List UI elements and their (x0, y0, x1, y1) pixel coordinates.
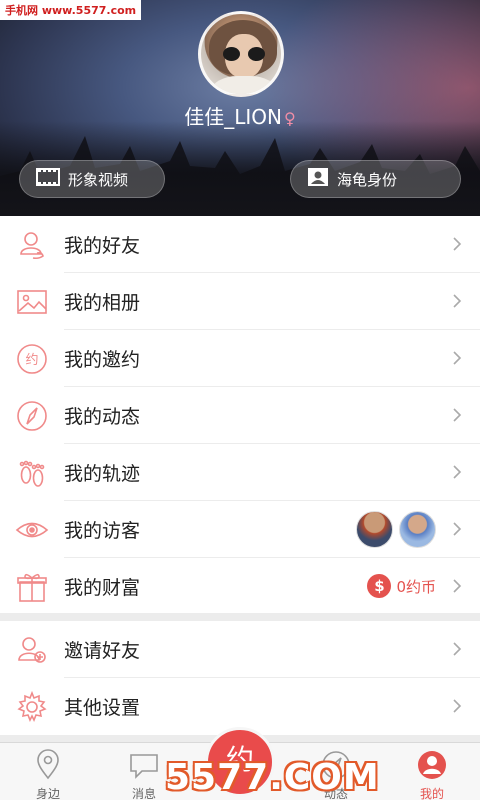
menu-item-invites[interactable]: 约 我的邀约 (0, 330, 480, 387)
menu-label-invite-friends: 邀请好友 (64, 640, 141, 662)
profile-header: 佳佳_LION ♀ 形象视频 海龟身份 (0, 0, 480, 216)
visitor-avatar[interactable] (356, 511, 393, 548)
person-icon (0, 216, 64, 273)
id-card-icon (307, 167, 329, 191)
chevron-right-icon (453, 294, 462, 308)
menu-label-friends: 我的好友 (64, 235, 141, 257)
menu-item-invite-friends[interactable]: 邀请好友 (0, 621, 480, 678)
chevron-right-icon (453, 642, 462, 656)
visitor-avatars (356, 511, 436, 548)
chevron-right-icon (453, 699, 462, 713)
chevron-right-icon (453, 522, 462, 536)
chat-bubble-icon (130, 754, 158, 779)
menu-label-tracks: 我的轨迹 (64, 463, 141, 485)
tab-nearby[interactable]: 身边 (0, 743, 96, 800)
menu-item-wealth[interactable]: 我的财富 $ 0约币 (0, 558, 480, 615)
menu-group-main: 我的好友 我的相册 约 我的邀约 我的动态 我的轨迹 我的访客 我的财富 $ 0… (0, 216, 480, 613)
overseas-identity-button[interactable]: 海龟身份 (290, 160, 461, 198)
user-avatar[interactable] (198, 11, 284, 97)
chevron-right-icon (453, 408, 462, 422)
menu-label-invites: 我的邀约 (64, 349, 141, 371)
overseas-identity-label: 海龟身份 (337, 170, 398, 189)
compass-icon (0, 387, 64, 444)
menu-item-moments[interactable]: 我的动态 (0, 387, 480, 444)
gift-icon (0, 558, 64, 615)
profile-video-label: 形象视频 (68, 170, 129, 189)
chevron-right-icon (453, 579, 462, 593)
menu-item-visitors[interactable]: 我的访客 (0, 501, 480, 558)
chevron-right-icon (453, 351, 462, 365)
profile-video-button[interactable]: 形象视频 (19, 160, 165, 198)
tab-label-nearby: 身边 (35, 787, 60, 800)
tab-mine[interactable]: 我的 (384, 743, 480, 800)
profile-icon (418, 751, 446, 779)
location-pin-icon (37, 749, 59, 780)
watermark-top: 手机网 www.5577.com (0, 0, 142, 20)
menu-item-tracks[interactable]: 我的轨迹 (0, 444, 480, 501)
username-text: 佳佳_LION (184, 105, 283, 129)
watermark-bottom: 5577.COM (165, 757, 380, 798)
visitor-avatar[interactable] (399, 511, 436, 548)
menu-item-friends[interactable]: 我的好友 (0, 216, 480, 273)
film-icon (36, 167, 60, 191)
menu-item-album[interactable]: 我的相册 (0, 273, 480, 330)
tab-label-mine: 我的 (419, 787, 444, 800)
menu-label-album: 我的相册 (64, 292, 141, 314)
menu-label-settings: 其他设置 (64, 697, 141, 719)
footprints-icon (0, 444, 64, 501)
eye-icon (0, 501, 64, 558)
picture-icon (0, 273, 64, 330)
chevron-right-icon (453, 465, 462, 479)
person-add-icon (0, 621, 64, 678)
invite-badge-icon: 约 (0, 330, 64, 387)
username: 佳佳_LION ♀ (0, 101, 480, 130)
coin-icon: $ (367, 574, 392, 598)
gear-icon (0, 678, 64, 735)
svg-text:约: 约 (25, 353, 38, 368)
chevron-right-icon (453, 237, 462, 251)
wealth-balance: $ 0约币 (367, 574, 436, 598)
menu-group-secondary: 邀请好友 其他设置 (0, 621, 480, 735)
female-icon: ♀ (284, 109, 296, 128)
wealth-value: 0约币 (396, 577, 436, 596)
menu-label-moments: 我的动态 (64, 406, 141, 428)
